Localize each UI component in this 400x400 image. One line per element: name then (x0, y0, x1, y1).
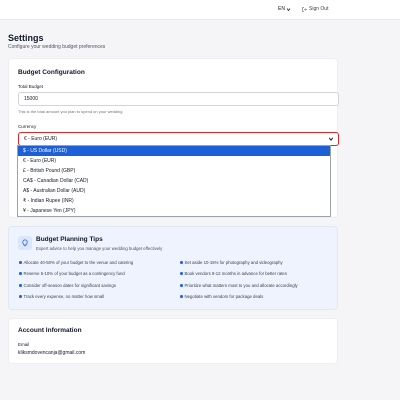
currency-option-jpy[interactable]: ¥ - Japanese Yen (JPY) (18, 206, 330, 216)
bullet-icon (19, 284, 22, 287)
tips-subtitle: Expert advice to help you manage your we… (36, 246, 163, 251)
total-budget-label: Total Budget (18, 84, 44, 89)
tip-item: Reserve 5-10% of your budget as a contin… (19, 271, 125, 276)
tip-text: Negotiate with vendors for package deals (184, 294, 264, 299)
email-value: kliksmdovencanja@gmail.com (18, 350, 86, 356)
language-selector[interactable]: EN (278, 6, 291, 12)
tip-item: Set aside 10-15% for photography and vid… (180, 260, 283, 265)
tip-text: Prioritize what matters most to you and … (184, 283, 298, 288)
page-subtitle: Configure your wedding budget preference… (8, 44, 106, 50)
tip-item: Book vendors 8-12 months in advance for … (180, 271, 287, 276)
currency-option-cad[interactable]: CA$ - Canadian Dollar (CAD) (18, 176, 330, 186)
currency-option-eur[interactable]: € - Euro (EUR) (18, 156, 330, 166)
tip-text: Reserve 5-10% of your budget as a contin… (23, 271, 125, 276)
currency-option-gbp[interactable]: £ - British Pound (GBP) (18, 166, 330, 176)
top-bar: EN Sign Out (0, 0, 400, 20)
tip-text: Allocate 40-50% of your budget to the ve… (23, 260, 134, 265)
bullet-icon (180, 272, 183, 275)
currency-option-usd[interactable]: $ - US Dollar (USD) (18, 146, 330, 156)
total-budget-input[interactable]: 15000 (18, 92, 339, 106)
tip-item: Consider off-season dates for significan… (19, 283, 116, 288)
currency-option-inr[interactable]: ₹ - Indian Rupee (INR) (18, 196, 330, 206)
page-title: Settings (8, 33, 44, 43)
bullet-icon (180, 295, 183, 298)
bullet-icon (180, 284, 183, 287)
bullet-icon (19, 295, 22, 298)
budget-tips-card: Budget Planning Tips Expert advice to he… (8, 226, 338, 310)
currency-option-aud[interactable]: A$ - Australian Dollar (AUD) (18, 186, 330, 196)
chevron-down-icon (286, 7, 291, 11)
lightbulb-icon (18, 236, 32, 250)
currency-select[interactable]: € - Euro (EUR) (18, 132, 339, 146)
tip-item: Negotiate with vendors for package deals (180, 294, 263, 299)
tip-text: Book vendors 8-12 months in advance for … (184, 271, 287, 276)
tip-text: Consider off-season dates for significan… (23, 283, 116, 288)
account-information-card: Account Information Email kliksmdovencan… (8, 318, 338, 364)
currency-selected-value: € - Euro (EUR) (24, 136, 58, 142)
tip-item: Allocate 40-50% of your budget to the ve… (19, 260, 133, 265)
sign-out-icon (302, 6, 307, 12)
bullet-icon (19, 272, 22, 275)
total-budget-hint: This is the total amount you plan to spe… (18, 109, 123, 114)
tip-item: Track every expense, no matter how small (19, 294, 104, 299)
sign-out-label: Sign Out (309, 6, 329, 12)
currency-label: Currency (18, 124, 37, 129)
currency-dropdown: $ - US Dollar (USD) € - Euro (EUR) £ - B… (17, 145, 331, 217)
tip-text: Set aside 10-15% for photography and vid… (184, 260, 283, 265)
language-label: EN (278, 6, 285, 12)
account-title: Account Information (18, 327, 82, 334)
tip-text: Track every expense, no matter how small (23, 294, 105, 299)
card-title: Budget Configuration (18, 69, 85, 76)
sign-out-button[interactable]: Sign Out (302, 6, 328, 12)
tip-item: Prioritize what matters most to you and … (180, 283, 298, 288)
bullet-icon (19, 261, 22, 264)
bullet-icon (180, 261, 183, 264)
tips-title: Budget Planning Tips (36, 236, 103, 243)
email-label: Email (18, 342, 30, 347)
